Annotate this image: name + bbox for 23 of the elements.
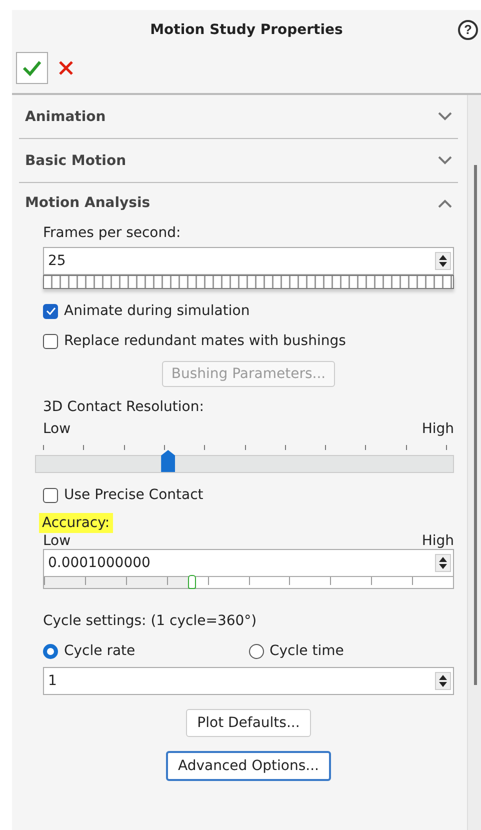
cycle-field[interactable]: 1 — [43, 667, 454, 695]
checkbox-option[interactable]: Animate during simulation — [43, 303, 454, 319]
section-header[interactable]: Basic Motion — [19, 139, 458, 183]
section-header[interactable]: Animation — [19, 95, 458, 139]
section-header[interactable]: Motion Analysis — [19, 183, 458, 223]
field-label: Cycle settings: (1 cycle=360°) — [43, 612, 258, 631]
field-label: Frames per second: — [43, 224, 182, 243]
accuracy-field[interactable]: 0.0001000000 — [43, 549, 454, 577]
low-label: Low — [43, 421, 71, 437]
dialog-button[interactable]: Advanced Options... — [166, 751, 331, 781]
checkbox-option[interactable]: Replace redundant mates with bushings — [43, 333, 454, 349]
high-label: High — [422, 533, 454, 549]
radio-option[interactable]: Cycle time — [248, 643, 454, 659]
radio-option[interactable]: Cycle rate — [43, 643, 248, 659]
high-label: High — [422, 421, 454, 437]
frames-field[interactable]: 25 — [43, 247, 454, 275]
field-label: 3D Contact Resolution: — [43, 398, 205, 417]
low-label: Low — [43, 533, 71, 549]
panel-title: Motion Study Properties — [150, 22, 343, 40]
accuracy-label: Accuracy: — [39, 513, 113, 533]
help-button[interactable]: ? — [458, 20, 478, 40]
checkbox-option[interactable]: Use Precise Contact — [43, 487, 454, 503]
dialog-button[interactable]: Plot Defaults... — [186, 709, 311, 737]
